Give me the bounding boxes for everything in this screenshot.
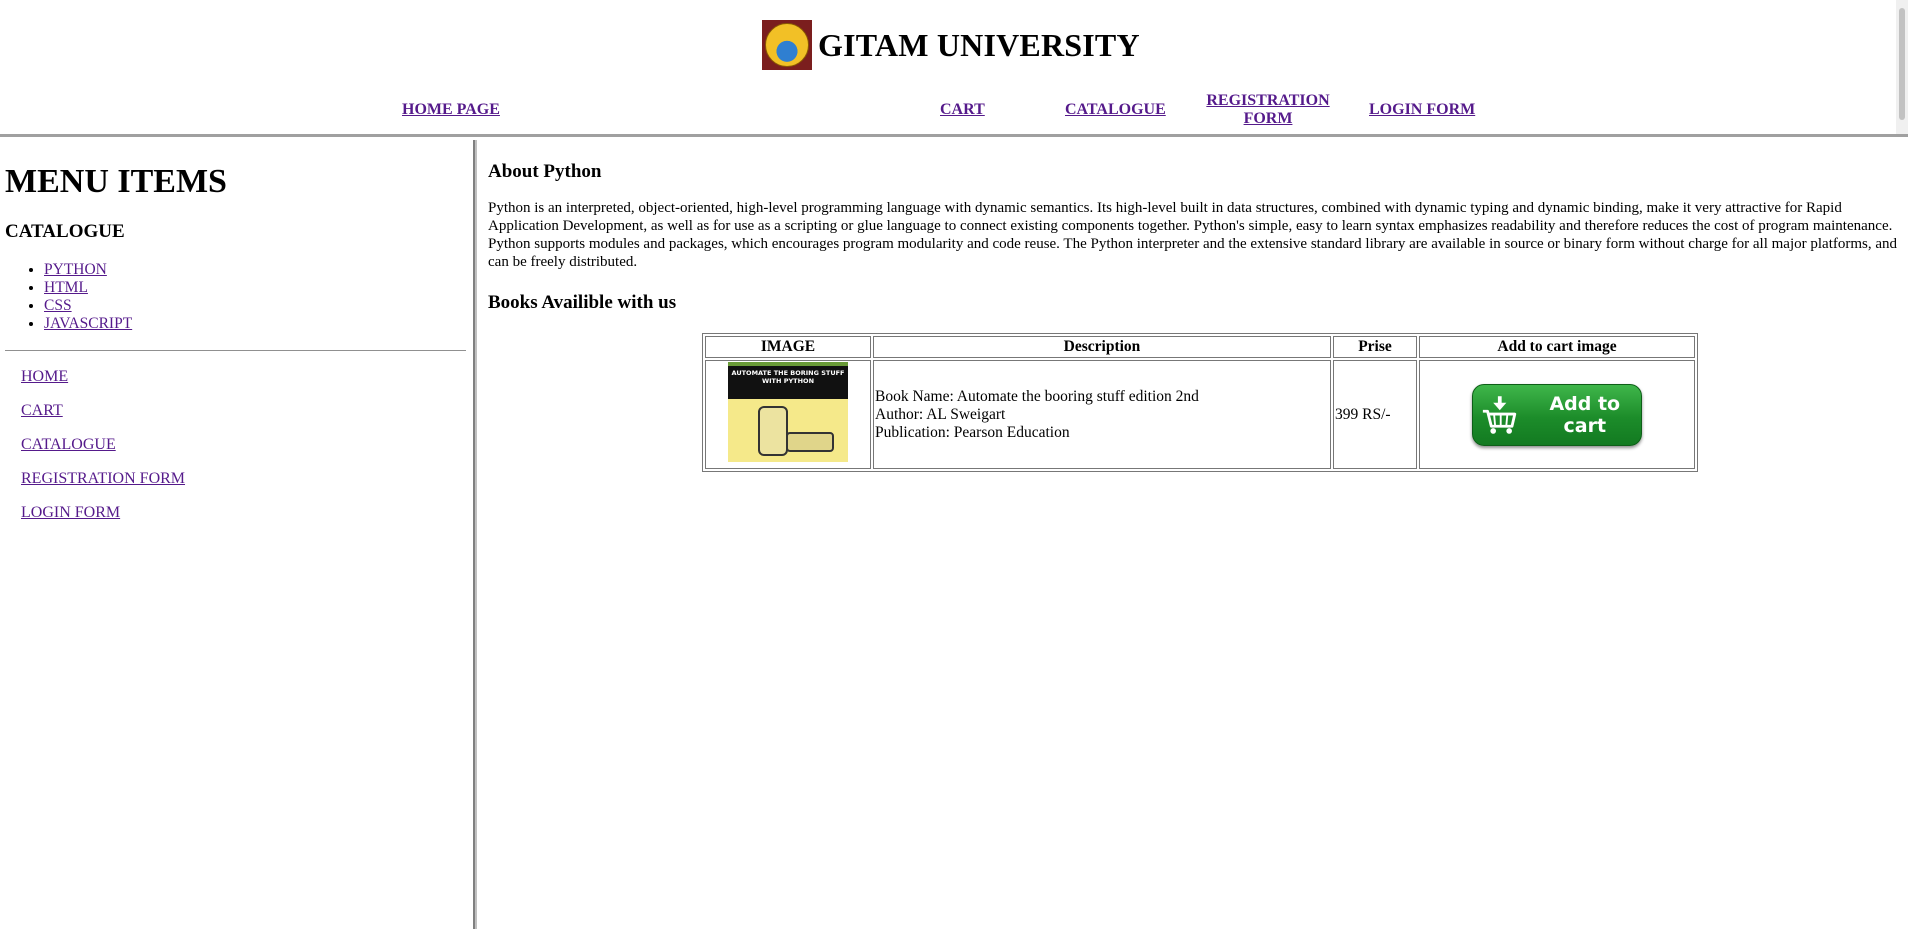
book-publication: Publication: Pearson Education [875, 423, 1070, 441]
divider [5, 350, 466, 351]
nav-catalogue[interactable]: CATALOGUE [1065, 101, 1166, 119]
gitam-logo-icon [762, 20, 812, 70]
book-author: Author: AL Sweigart [875, 405, 1006, 423]
catalogue-heading: CATALOGUE [5, 221, 125, 242]
top-frame: GITAM UNIVERSITY HOME PAGE CART CATALOGU… [0, 0, 1908, 137]
book-price: 399 RS/- [1333, 360, 1417, 469]
column-header-image: IMAGE [705, 336, 871, 358]
books-title: Books Availible with us [488, 292, 677, 313]
book-name: Book Name: Automate the booring stuff ed… [875, 387, 1199, 405]
site-title: GITAM UNIVERSITY [818, 26, 1140, 63]
add-to-cart-label: Add to cart [1549, 392, 1621, 437]
catalogue-link-javascript[interactable]: JAVASCRIPT [44, 315, 132, 332]
book-cover-image: AUTOMATE THE BORING STUFF WITH PYTHON [728, 362, 848, 462]
about-text: Python is an interpreted, object-oriente… [488, 200, 1898, 270]
catalogue-link-html[interactable]: HTML [44, 279, 88, 296]
list-item: PYTHON [44, 261, 132, 279]
sidebar-link-catalogue[interactable]: CATALOGUE [21, 436, 116, 454]
column-header-price: Prise [1333, 336, 1417, 358]
sidebar-link-registration-form[interactable]: REGISTRATION FORM [21, 470, 185, 488]
list-item: CSS [44, 297, 132, 315]
add-to-cart-cell: Add to cart [1419, 360, 1695, 469]
book-cover-title: AUTOMATE THE BORING STUFF WITH PYTHON [728, 366, 848, 399]
column-header-description: Description [873, 336, 1331, 358]
top-frame-scrollbar[interactable] [1896, 0, 1908, 134]
sidebar-link-home[interactable]: HOME [21, 368, 68, 386]
column-header-add-to-cart: Add to cart image [1419, 336, 1695, 358]
sidebar-link-cart[interactable]: CART [21, 402, 63, 420]
list-item: JAVASCRIPT [44, 315, 132, 333]
nav-registration-form[interactable]: REGISTRATION FORM [1200, 92, 1336, 128]
nav-cart[interactable]: CART [940, 101, 985, 119]
catalogue-link-css[interactable]: CSS [44, 297, 72, 314]
nav-home-page[interactable]: HOME PAGE [402, 101, 500, 119]
list-item: HTML [44, 279, 132, 297]
book-description-cell: Book Name: Automate the booring stuff ed… [873, 360, 1331, 469]
table-header-row: IMAGE Description Prise Add to cart imag… [705, 336, 1695, 358]
menu-title: MENU ITEMS [5, 163, 227, 200]
about-title: About Python [488, 161, 602, 182]
frame-resize-handle[interactable] [473, 140, 477, 929]
books-table: IMAGE Description Prise Add to cart imag… [702, 333, 1698, 472]
main-content-frame: About Python Python is an interpreted, o… [478, 143, 1908, 929]
sidebar-link-login-form[interactable]: LOGIN FORM [21, 504, 120, 522]
nav-login-form[interactable]: LOGIN FORM [1369, 101, 1475, 119]
catalogue-link-python[interactable]: PYTHON [44, 261, 107, 278]
add-to-cart-button[interactable]: Add to cart [1472, 383, 1642, 446]
left-menu-frame: MENU ITEMS CATALOGUE PYTHON HTML CSS JAV… [0, 143, 473, 929]
catalogue-list: PYTHON HTML CSS JAVASCRIPT [5, 261, 132, 333]
brand: GITAM UNIVERSITY [762, 20, 1140, 70]
table-row: AUTOMATE THE BORING STUFF WITH PYTHON Bo… [705, 360, 1695, 469]
cart-icon [1482, 395, 1517, 434]
book-image-cell: AUTOMATE THE BORING STUFF WITH PYTHON [705, 360, 871, 469]
